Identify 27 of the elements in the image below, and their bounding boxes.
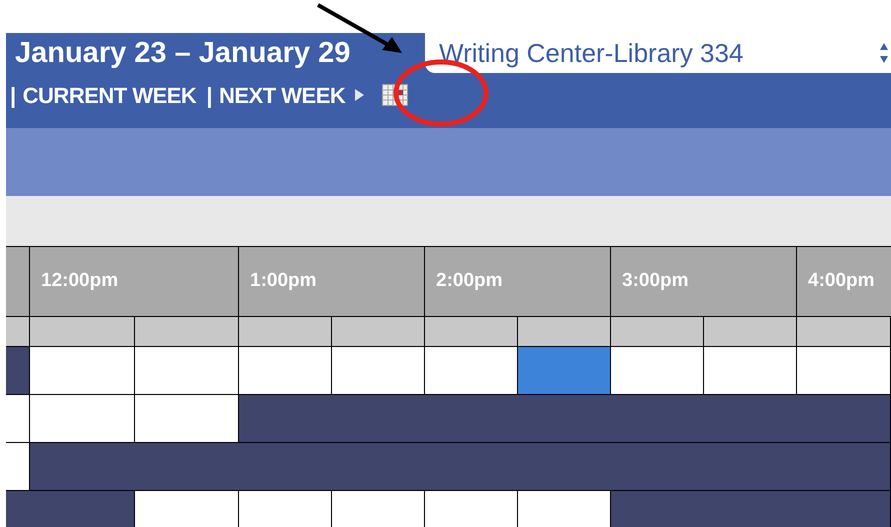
time-slot[interactable] [611,347,704,395]
hour-header: 12:00pm [30,247,239,317]
week-link[interactable]: NEXT WEEK [218,78,346,112]
week-link[interactable]: CURRENT WEEK [22,78,196,112]
hour-header: 2:00pm [425,247,611,317]
hour-header: 3:00pm [611,247,797,317]
separator: | [206,82,212,110]
time-slot[interactable] [239,347,332,395]
selected-slot[interactable] [518,347,611,395]
hour-header: 4:00pm [797,247,891,317]
separator: | [10,82,16,110]
time-slot[interactable] [332,347,425,395]
time-slot[interactable] [797,347,891,395]
time-slot[interactable] [30,347,135,395]
location-select[interactable]: Writing Center-Library 334 [425,33,891,73]
time-slot[interactable] [30,395,135,443]
time-slot[interactable] [135,395,239,443]
time-slot[interactable] [425,347,518,395]
time-slot[interactable] [6,395,30,443]
week-title: January 23 – January 29 [14,36,352,71]
time-slot[interactable] [6,443,30,491]
time-slot[interactable] [135,347,239,395]
time-slot[interactable] [704,347,797,395]
hour-header: 1:00pm [239,247,425,317]
subheader-cell [6,317,30,347]
up-down-icon [879,42,889,64]
next-arrow-icon[interactable] [355,89,364,101]
